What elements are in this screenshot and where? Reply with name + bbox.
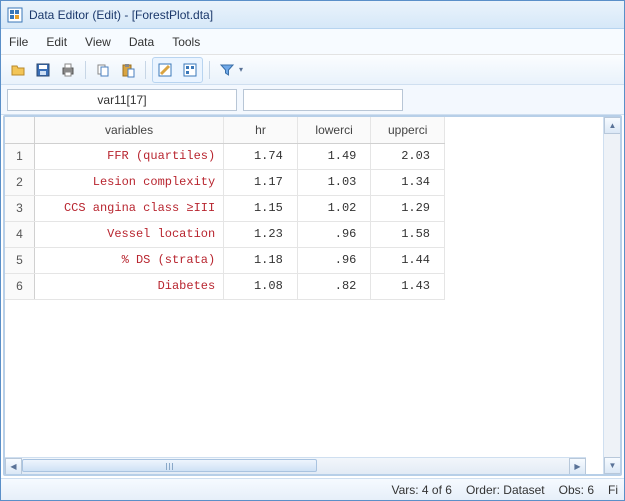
cell-lowerci[interactable]: .82 <box>297 273 371 299</box>
titlebar: Data Editor (Edit) - [ForestPlot.dta] <box>1 1 624 29</box>
cell-hr[interactable]: 1.08 <box>224 273 298 299</box>
row-number[interactable]: 1 <box>5 143 34 169</box>
menu-data[interactable]: Data <box>129 35 154 49</box>
window-title: Data Editor (Edit) - [ForestPlot.dta] <box>29 8 213 22</box>
column-header-variables[interactable]: variables <box>34 117 223 143</box>
toolbar: ▾ <box>1 55 624 85</box>
row-number[interactable]: 2 <box>5 169 34 195</box>
status-filter: Fi <box>608 483 618 497</box>
statusbar: Vars: 4 of 6 Order: Dataset Obs: 6 Fi <box>1 478 624 500</box>
cell-value-box[interactable] <box>243 89 403 111</box>
cell-lowerci[interactable]: .96 <box>297 247 371 273</box>
table-row[interactable]: 1FFR (quartiles)1.741.492.03 <box>5 143 445 169</box>
toolbar-separator <box>85 61 86 79</box>
browse-mode-icon[interactable] <box>179 59 201 81</box>
column-header-lowerci[interactable]: lowerci <box>297 117 371 143</box>
cell-variables[interactable]: % DS (strata) <box>34 247 223 273</box>
scroll-down-button[interactable]: ▼ <box>604 457 621 474</box>
filter-icon[interactable] <box>216 59 238 81</box>
cell-upperci[interactable]: 1.43 <box>371 273 445 299</box>
table-row[interactable]: 2Lesion complexity1.171.031.34 <box>5 169 445 195</box>
print-icon[interactable] <box>57 59 79 81</box>
cell-reference-box[interactable]: var11[17] <box>7 89 237 111</box>
table-row[interactable]: 6Diabetes1.08.821.43 <box>5 273 445 299</box>
column-header-upperci[interactable]: upperci <box>371 117 445 143</box>
cell-lowerci[interactable]: 1.03 <box>297 169 371 195</box>
cell-hr[interactable]: 1.74 <box>224 143 298 169</box>
table-row[interactable]: 5% DS (strata)1.18.961.44 <box>5 247 445 273</box>
cell-upperci[interactable]: 2.03 <box>371 143 445 169</box>
vertical-scrollbar[interactable]: ▲ ▼ <box>603 117 620 474</box>
horizontal-scrollbar[interactable]: ◀ ▶ <box>5 457 586 474</box>
copy-icon[interactable] <box>92 59 114 81</box>
scroll-up-button[interactable]: ▲ <box>604 117 621 134</box>
app-icon <box>7 7 23 23</box>
menu-file[interactable]: File <box>9 35 28 49</box>
status-vars: Vars: 4 of 6 <box>391 483 451 497</box>
data-grid-panel: variableshrlowerciupperci 1FFR (quartile… <box>3 115 622 476</box>
cell-variables[interactable]: Vessel location <box>34 221 223 247</box>
scroll-left-button[interactable]: ◀ <box>5 458 22 475</box>
scroll-track[interactable] <box>22 458 569 475</box>
table-row[interactable]: 4Vessel location1.23.961.58 <box>5 221 445 247</box>
cell-upperci[interactable]: 1.29 <box>371 195 445 221</box>
data-grid[interactable]: variableshrlowerciupperci 1FFR (quartile… <box>5 117 603 474</box>
filter-dropdown-arrow[interactable]: ▾ <box>239 65 243 74</box>
toolbar-separator <box>145 61 146 79</box>
menu-edit[interactable]: Edit <box>46 35 67 49</box>
toolbar-separator <box>209 61 210 79</box>
cell-lowerci[interactable]: 1.49 <box>297 143 371 169</box>
cell-upperci[interactable]: 1.44 <box>371 247 445 273</box>
address-bar: var11[17] <box>1 85 624 115</box>
paste-icon[interactable] <box>117 59 139 81</box>
cell-lowerci[interactable]: .96 <box>297 221 371 247</box>
row-number[interactable]: 5 <box>5 247 34 273</box>
cell-hr[interactable]: 1.23 <box>224 221 298 247</box>
menu-tools[interactable]: Tools <box>172 35 200 49</box>
app-window: Data Editor (Edit) - [ForestPlot.dta] Fi… <box>0 0 625 501</box>
cell-variables[interactable]: Lesion complexity <box>34 169 223 195</box>
save-icon[interactable] <box>32 59 54 81</box>
cell-hr[interactable]: 1.18 <box>224 247 298 273</box>
cell-lowerci[interactable]: 1.02 <box>297 195 371 221</box>
cell-variables[interactable]: FFR (quartiles) <box>34 143 223 169</box>
row-number[interactable]: 4 <box>5 221 34 247</box>
status-order: Order: Dataset <box>466 483 545 497</box>
menubar: File Edit View Data Tools <box>1 29 624 55</box>
scroll-thumb[interactable] <box>22 459 317 472</box>
status-obs: Obs: 6 <box>559 483 594 497</box>
menu-view[interactable]: View <box>85 35 111 49</box>
table-row[interactable]: 3CCS angina class ≥III1.151.021.29 <box>5 195 445 221</box>
mode-toggle-group <box>152 57 203 83</box>
corner-cell[interactable] <box>5 117 34 143</box>
cell-variables[interactable]: Diabetes <box>34 273 223 299</box>
cell-variables[interactable]: CCS angina class ≥III <box>34 195 223 221</box>
cell-upperci[interactable]: 1.58 <box>371 221 445 247</box>
cell-hr[interactable]: 1.17 <box>224 169 298 195</box>
column-header-hr[interactable]: hr <box>224 117 298 143</box>
edit-mode-icon[interactable] <box>154 59 176 81</box>
open-icon[interactable] <box>7 59 29 81</box>
cell-hr[interactable]: 1.15 <box>224 195 298 221</box>
scroll-right-button[interactable]: ▶ <box>569 458 586 475</box>
data-table[interactable]: variableshrlowerciupperci 1FFR (quartile… <box>5 117 445 300</box>
row-number[interactable]: 6 <box>5 273 34 299</box>
cell-upperci[interactable]: 1.34 <box>371 169 445 195</box>
row-number[interactable]: 3 <box>5 195 34 221</box>
